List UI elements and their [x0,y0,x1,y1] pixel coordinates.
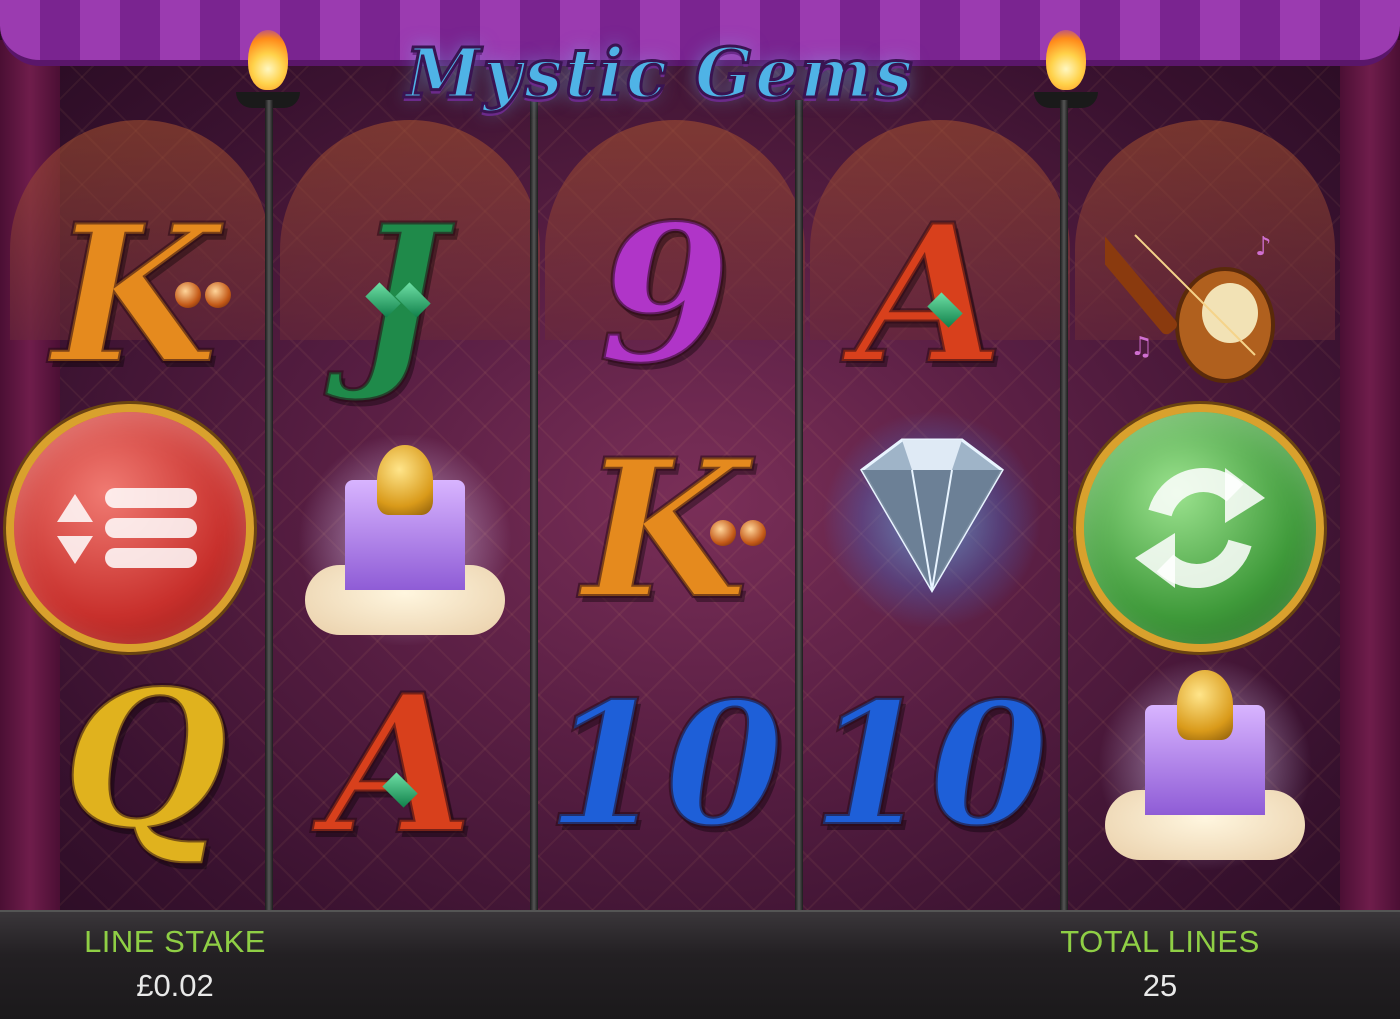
game-logo: Mystic Gems [380,14,940,134]
symbol-q: Q [25,645,265,875]
symbol-k: K [15,180,255,410]
gem-dot [740,520,766,546]
symbol-palace [285,425,525,655]
stake-menu-button[interactable] [6,404,254,652]
symbol-letter: 10 [545,665,786,865]
symbol-instrument: ♪ ♫ [1085,190,1325,420]
line-stake[interactable]: LINE STAKE £0.02 [60,924,290,1004]
line-stake-value: £0.02 [136,968,214,1003]
symbol-palace [1085,650,1325,880]
diamond-icon [822,410,1042,630]
game-title: Mystic Gems [404,33,915,116]
symbol-9: 9 [545,180,785,410]
symbol-j: J [280,180,520,410]
total-lines[interactable]: TOTAL LINES 25 [1030,924,1290,1004]
total-lines-label: TOTAL LINES [1060,924,1260,959]
symbol-a: A [810,180,1050,410]
line-stake-label: LINE STAKE [84,924,266,959]
symbol-letter: 10 [810,665,1051,865]
palace-icon [295,435,515,645]
symbol-10: 10 [545,650,786,880]
palace-icon [1095,660,1315,870]
gem-dot [175,282,201,308]
gem-dot [710,520,736,546]
gem-dot [205,282,231,308]
lute-icon: ♪ ♫ [1105,232,1275,383]
symbol-letter: Q [60,648,230,871]
symbol-letter: A [854,183,1005,406]
svg-text:♪: ♪ [1255,232,1272,262]
spin-button[interactable] [1076,404,1324,652]
symbol-letter: 9 [597,183,733,406]
refresh-icon [1135,468,1265,588]
symbol-a: A [280,650,520,880]
svg-text:♫: ♫ [1130,332,1153,362]
symbol-k: K [545,415,785,645]
symbol-10: 10 [810,650,1051,880]
symbol-diamond [812,405,1052,635]
menu-icon [55,488,205,568]
symbol-letter: A [324,653,475,876]
bottom-bar: LINE STAKE £0.02 TOTAL LINES 25 [0,910,1400,1019]
total-lines-value: 25 [1142,968,1178,1003]
